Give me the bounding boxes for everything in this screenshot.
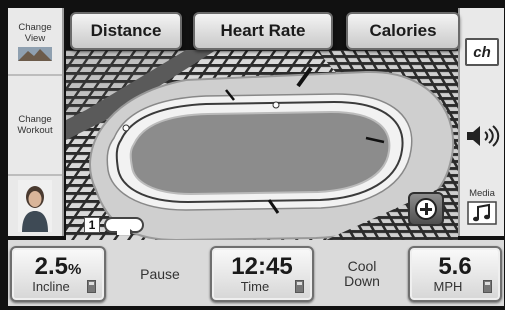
treadmill-console-screen: 1 Change View Change Workout ch Media Di…	[0, 0, 505, 310]
lap-number: 1	[84, 217, 100, 233]
track-view: 1	[66, 50, 458, 240]
left-side-panel: Change View Change Workout	[8, 8, 64, 236]
volume-button[interactable]	[460, 96, 504, 176]
zoom-in-button[interactable]	[408, 192, 444, 226]
incline-value-row: 2.5%	[12, 253, 104, 281]
change-view-label: Change View	[18, 21, 52, 44]
person-avatar-icon	[18, 180, 52, 232]
calculator-icon	[87, 280, 96, 293]
change-workout-button[interactable]: Change Workout	[8, 76, 62, 176]
channel-icon: ch	[465, 38, 499, 66]
tab-calories[interactable]: Calories	[346, 12, 460, 50]
channel-button[interactable]: ch	[460, 8, 504, 96]
tab-heart-rate[interactable]: Heart Rate	[193, 12, 333, 50]
time-value: 12:45	[231, 253, 293, 280]
right-side-panel: ch Media	[458, 8, 504, 236]
time-label: Time	[240, 279, 270, 294]
plus-icon	[415, 198, 437, 220]
incline-value: 2.5	[34, 253, 69, 280]
music-note-icon	[467, 200, 497, 225]
incline-unit: %	[68, 261, 82, 278]
tab-distance[interactable]: Distance	[70, 12, 182, 50]
speed-value: 5.6	[438, 253, 472, 280]
lap-indicator: 1	[84, 215, 162, 235]
speed-display[interactable]: 5.6 MPH	[408, 246, 502, 302]
pause-button[interactable]: Pause	[112, 248, 208, 300]
change-view-button[interactable]: Change View	[8, 8, 62, 76]
incline-display[interactable]: 2.5% Incline	[10, 246, 106, 302]
tab-calories-label: Calories	[369, 21, 437, 40]
media-label: Media	[469, 187, 495, 199]
incline-label: Incline	[32, 279, 70, 294]
media-button[interactable]: Media	[460, 176, 504, 236]
tab-distance-label: Distance	[90, 21, 162, 40]
cool-down-label: Cool Down	[344, 258, 380, 289]
pause-label: Pause	[140, 265, 180, 282]
calculator-icon	[483, 280, 492, 293]
trainer-avatar-button[interactable]	[8, 176, 62, 236]
time-display[interactable]: 12:45 Time	[210, 246, 314, 302]
mountain-thumbnail-icon	[18, 46, 52, 61]
stadium-track-illustration	[66, 50, 458, 240]
cool-down-button[interactable]: Cool Down	[318, 248, 406, 300]
change-workout-label: Change Workout	[17, 114, 53, 136]
calculator-icon	[295, 280, 304, 293]
bottom-control-bar: 2.5% Incline Pause 12:45 Time Cool Down …	[8, 240, 504, 306]
speaker-volume-icon	[467, 125, 500, 147]
lap-loop-icon	[104, 217, 144, 235]
tab-heart-rate-label: Heart Rate	[220, 21, 306, 40]
speed-label: MPH	[433, 279, 463, 294]
